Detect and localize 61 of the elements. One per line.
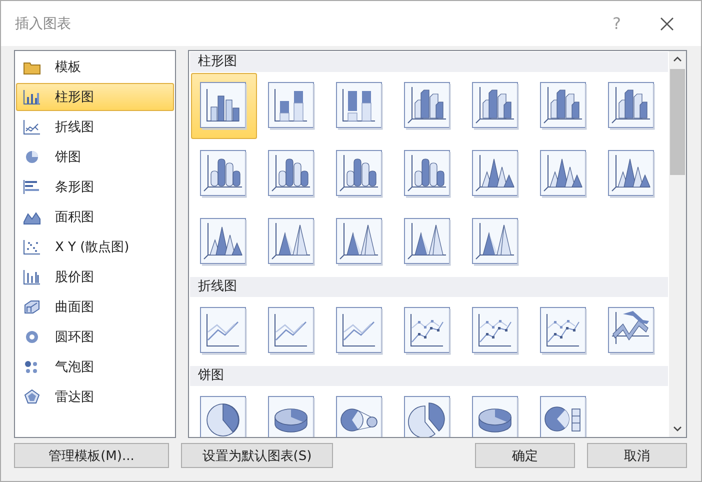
3d-column-chart-icon [471, 81, 521, 131]
chart-type-item[interactable]: 模板 [16, 53, 174, 81]
column-chart-icon [199, 81, 249, 131]
cone-chart-icon [607, 149, 657, 199]
3d-column-chart-icon [539, 81, 589, 131]
3d-column-chart-icon [403, 81, 453, 131]
stock-chart-icon [23, 269, 41, 285]
dialog-button[interactable]: 取消 [587, 443, 687, 468]
pyramid-chart-icon [403, 217, 453, 267]
section-header: 柱形图 [190, 52, 668, 72]
scatter-chart-icon [23, 239, 41, 255]
cylinder-chart-icon [267, 149, 317, 199]
chart-type-item[interactable]: 饼图 [16, 143, 174, 171]
chart-type-item[interactable]: 面积图 [16, 203, 174, 231]
cylinder-chart-icon [335, 149, 385, 199]
pie-chart-icon [23, 149, 41, 165]
cylinder-chart-icon [199, 149, 249, 199]
bar-chart-icon [23, 179, 41, 195]
scroll-thumb[interactable] [670, 69, 685, 175]
surface-chart-icon [23, 299, 41, 315]
section-header: 折线图 [190, 277, 668, 297]
window-title: 插入图表 [15, 14, 72, 32]
chart-type-item[interactable]: 曲面图 [16, 293, 174, 321]
chart-type-item[interactable]: 折线图 [16, 113, 174, 141]
close-icon[interactable] [659, 16, 675, 32]
dialog-button[interactable]: 确定 [475, 443, 575, 468]
scroll-up-icon[interactable] [673, 56, 682, 62]
scrollbar[interactable] [669, 51, 686, 437]
chart-type-item[interactable]: 条形图 [16, 173, 174, 201]
pyramid-chart-icon [267, 217, 317, 267]
chart-type-item[interactable]: X Y (散点图) [16, 233, 174, 261]
stacked-column-chart-icon [335, 81, 385, 131]
3d-line-chart-icon [607, 306, 657, 356]
chart-type-item[interactable]: 圆环图 [16, 323, 174, 351]
line-chart-icon [199, 306, 249, 356]
line-chart-icon [539, 306, 589, 356]
line-chart-icon [23, 119, 41, 135]
line-chart-icon [403, 306, 453, 356]
chart-type-item[interactable]: 气泡图 [16, 353, 174, 381]
stacked-column-chart-icon [267, 81, 317, 131]
line-chart-icon [335, 306, 385, 356]
dialog-button[interactable]: 设置为默认图表(S) [181, 443, 333, 468]
cone-chart-icon [471, 149, 521, 199]
doughnut-chart-icon [23, 329, 41, 345]
pyramid-chart-icon [471, 217, 521, 267]
cone-chart-icon [539, 149, 589, 199]
line-chart-icon [471, 306, 521, 356]
cone-chart-icon [199, 217, 249, 267]
dialog-button[interactable]: 管理模板(M)... [14, 443, 169, 468]
section-header: 饼图 [190, 366, 668, 386]
chart-type-item[interactable]: 股价图 [16, 263, 174, 291]
pyramid-chart-icon [335, 217, 385, 267]
chart-type-item[interactable]: 柱形图 [16, 83, 174, 111]
chart-type-item[interactable]: 雷达图 [16, 383, 174, 411]
chart-subtype-button[interactable] [191, 73, 257, 139]
cylinder-chart-icon [403, 149, 453, 199]
radar-chart-icon [23, 389, 41, 405]
3d-column-chart-icon [607, 81, 657, 131]
scroll-down-icon[interactable] [673, 426, 682, 432]
line-chart-icon [267, 306, 317, 356]
column-chart-icon [23, 89, 41, 105]
